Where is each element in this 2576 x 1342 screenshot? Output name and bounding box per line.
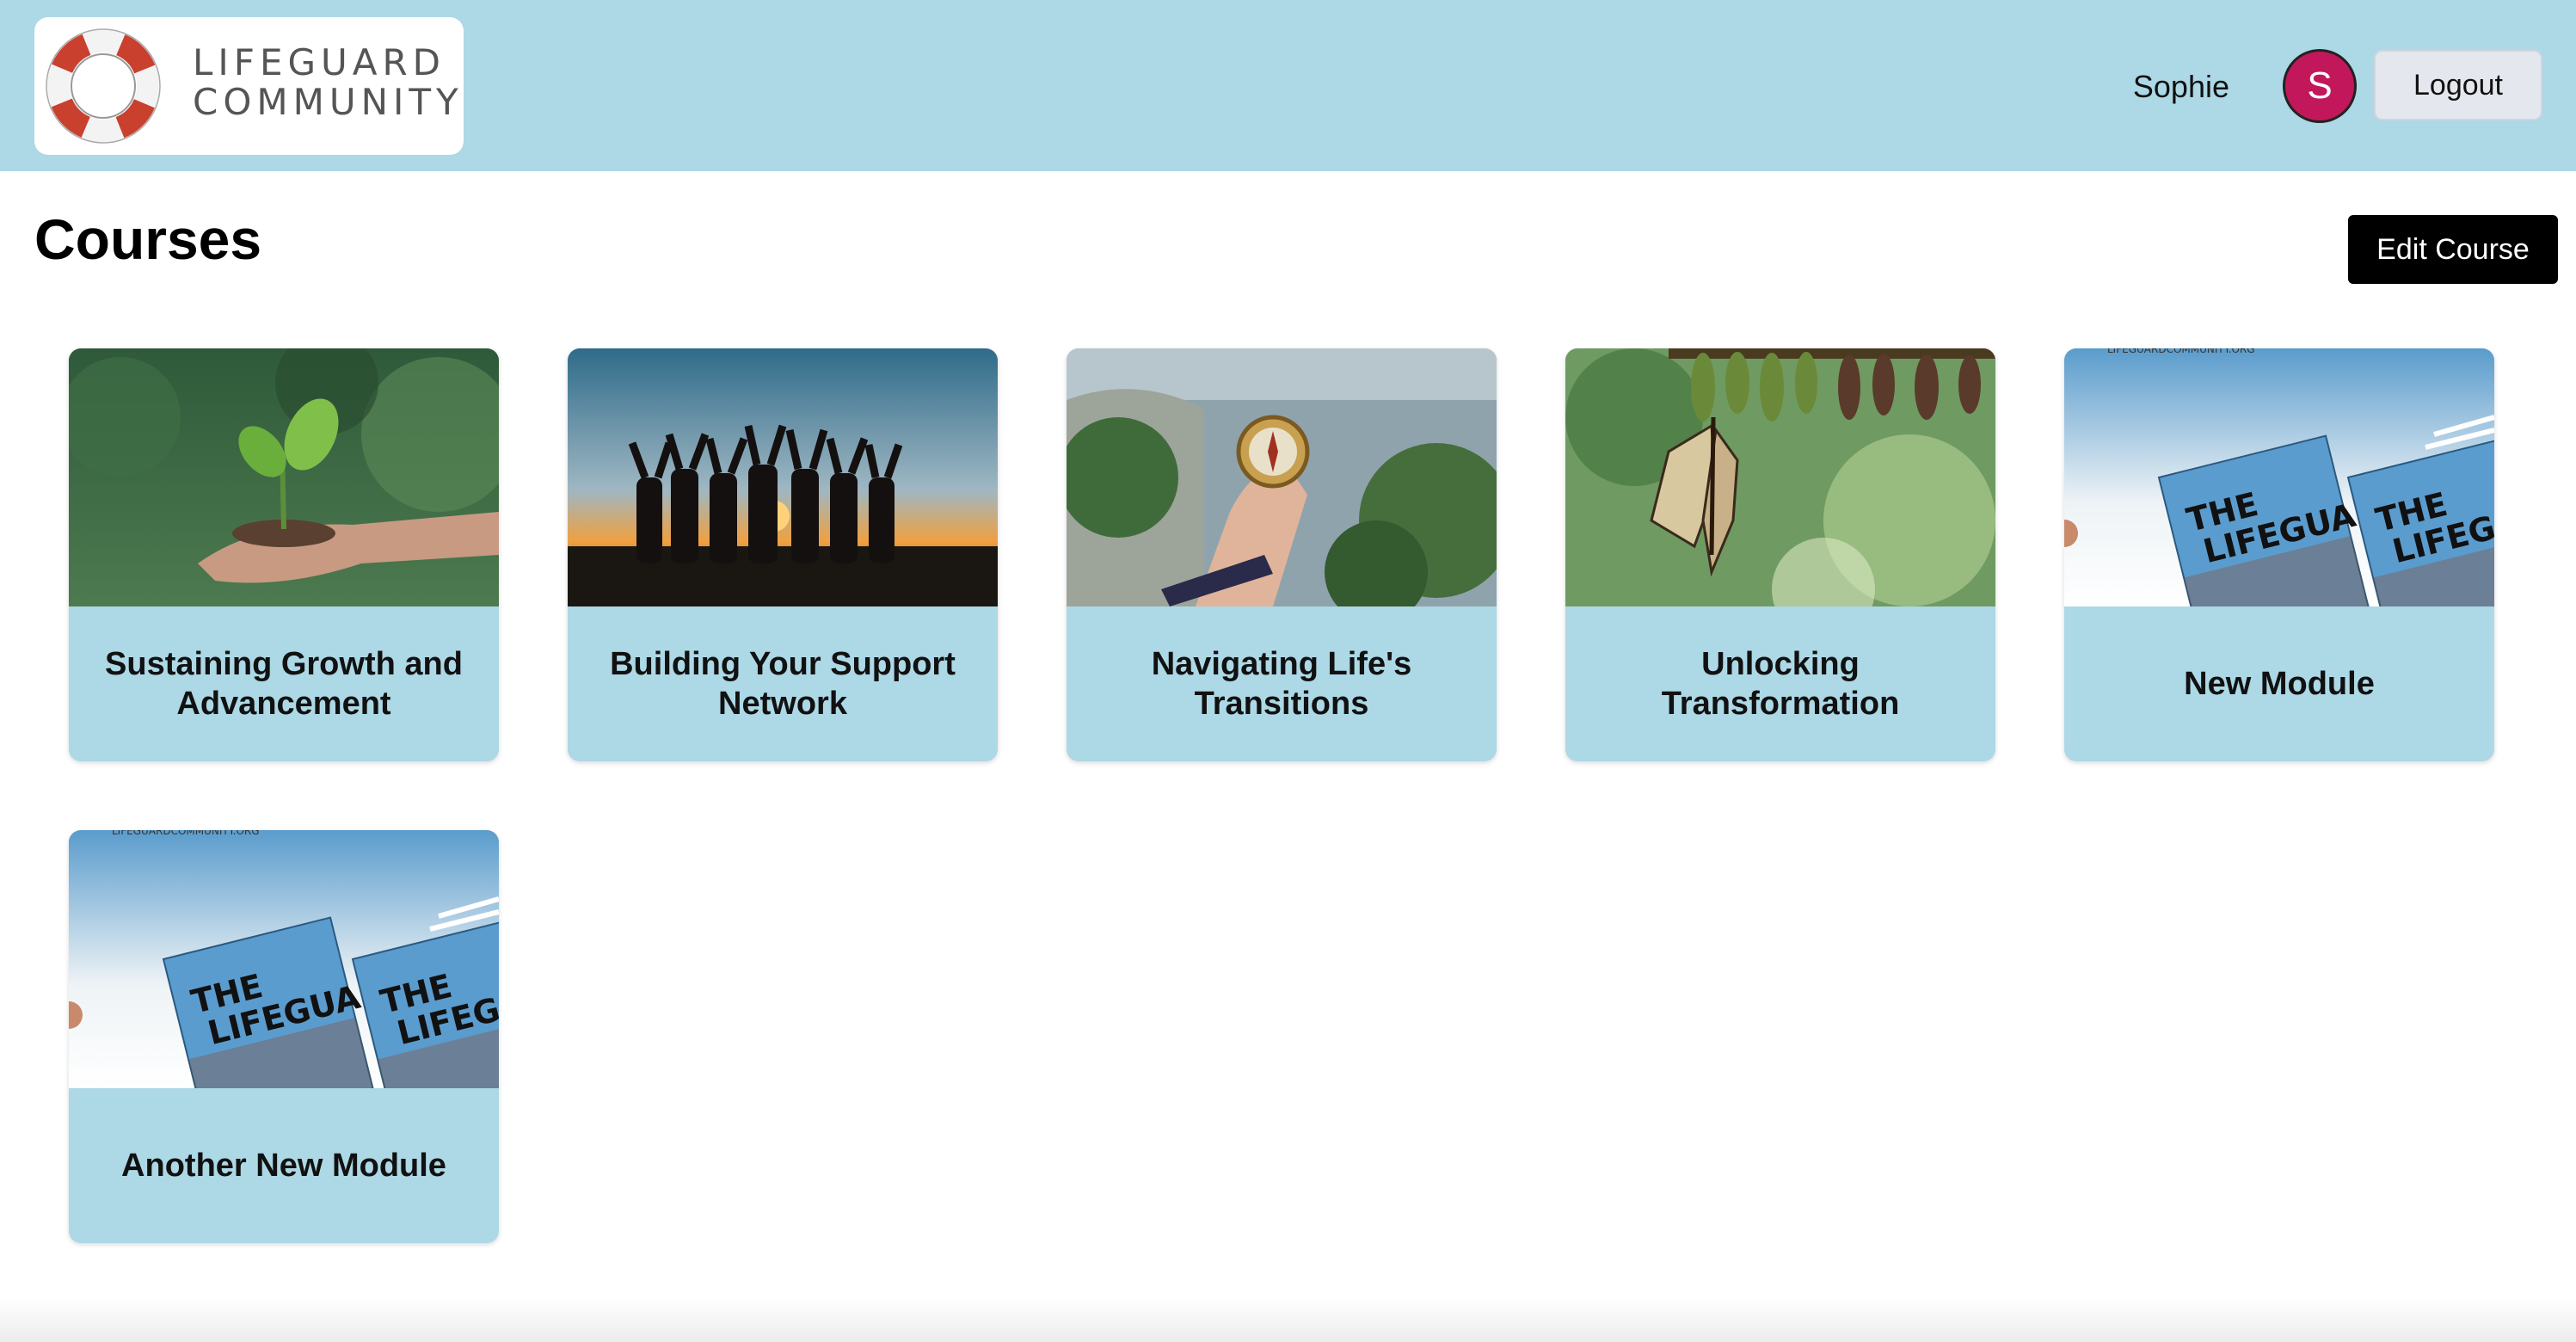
user-name: Sophie bbox=[2132, 69, 2229, 104]
course-card[interactable]: LIFEGUARDCOMMUNITY.ORG THE LIFEGUARD THE… bbox=[2064, 348, 2494, 761]
course-card[interactable]: Navigating Life's Transitions bbox=[1067, 348, 1497, 761]
course-card[interactable]: LIFEGUARDCOMMUNITY.ORG THE LIFEGUARD THE… bbox=[69, 830, 499, 1243]
card-title: Unlocking Transformation bbox=[1661, 646, 1900, 722]
card-title: New Module bbox=[2184, 666, 2375, 702]
course-card[interactable]: Building Your Support Network bbox=[568, 348, 998, 761]
logout-button[interactable]: Logout bbox=[2374, 50, 2542, 120]
book-site-text: LIFEGUARDCOMMUNITY.ORG bbox=[112, 830, 260, 837]
card-image-book-cover: LIFEGUARDCOMMUNITY.ORG THE LIFEGUARD THE… bbox=[69, 830, 499, 1088]
page-bottom-fade bbox=[0, 1299, 2576, 1342]
top-header: LIFEGUARD COMMUNITY Sophie S Logout bbox=[0, 0, 2576, 171]
card-image-book-cover: LIFEGUARDCOMMUNITY.ORG THE LIFEGUARD THE… bbox=[2064, 348, 2494, 606]
card-image-silhouettes bbox=[568, 348, 998, 606]
logo-line-2: COMMUNITY bbox=[193, 81, 464, 123]
card-image-butterfly bbox=[1565, 348, 1995, 606]
edit-course-button[interactable]: Edit Course bbox=[2348, 215, 2558, 284]
card-title: Sustaining Growth and Advancement bbox=[105, 646, 463, 722]
course-card[interactable]: Unlocking Transformation bbox=[1565, 348, 1995, 761]
card-title: Navigating Life's Transitions bbox=[1151, 646, 1412, 722]
avatar[interactable]: S bbox=[2283, 49, 2357, 123]
site-logo[interactable]: LIFEGUARD COMMUNITY bbox=[34, 17, 464, 155]
card-title: Another New Module bbox=[121, 1148, 446, 1184]
logo-line-1: LIFEGUARD bbox=[193, 41, 446, 83]
course-card[interactable]: Sustaining Growth and Advancement bbox=[69, 348, 499, 761]
card-image-seedling bbox=[69, 348, 499, 606]
logo-wordmark: LIFEGUARD COMMUNITY bbox=[193, 43, 464, 122]
card-image-compass bbox=[1067, 348, 1497, 606]
page-title: Courses bbox=[34, 207, 262, 271]
lifebuoy-icon bbox=[46, 28, 161, 144]
card-title: Building Your Support Network bbox=[610, 646, 956, 722]
book-site-text: LIFEGUARDCOMMUNITY.ORG bbox=[2107, 348, 2255, 355]
